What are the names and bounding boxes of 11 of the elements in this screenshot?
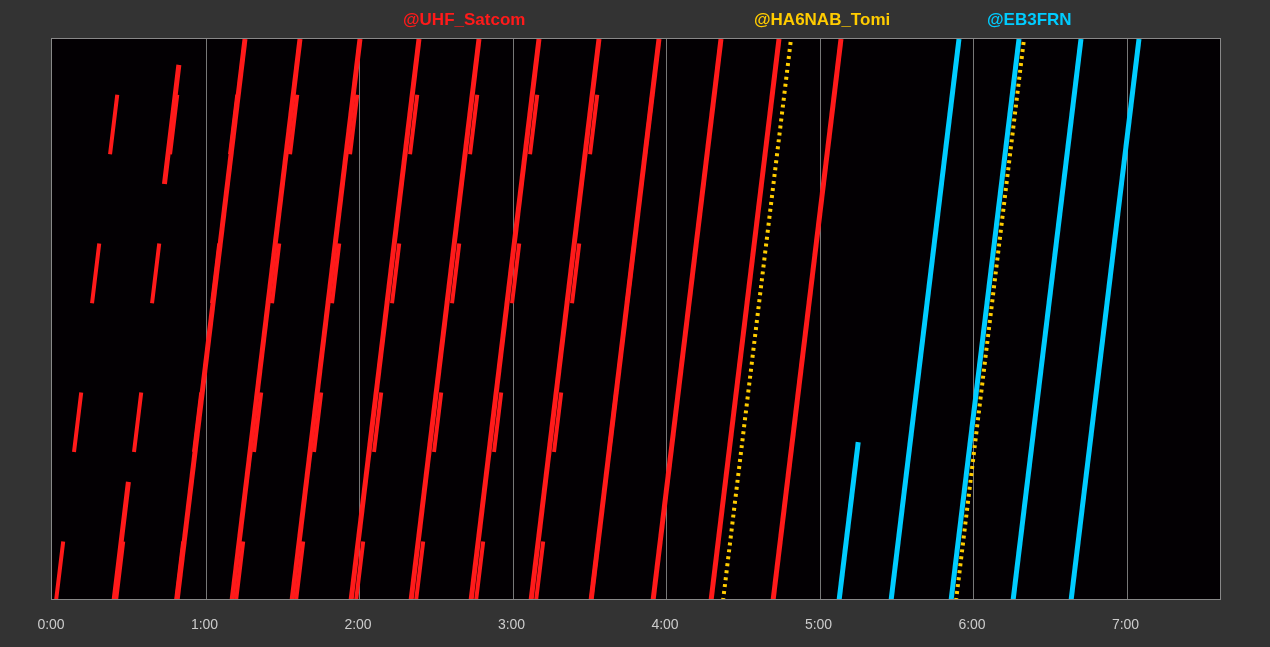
axis-tick-label: 2:00: [344, 615, 372, 634]
axis-tick-label: 7:00: [1111, 615, 1140, 634]
axis-tick-label: 3:00: [497, 615, 526, 634]
axis-tick-label: 4:00: [651, 615, 679, 634]
axis-tick-label: 6:00: [958, 615, 986, 634]
legend-label: @EB3FRN: [987, 9, 1072, 31]
axis-tick-label: 1:00: [190, 615, 219, 634]
axis-tick-label: 0:00: [37, 615, 65, 634]
legend-label: @UHF_Satcom: [403, 9, 526, 31]
legend-label: @HA6NAB_Tomi: [754, 9, 891, 31]
axis-tick-label: 5:00: [804, 615, 833, 634]
